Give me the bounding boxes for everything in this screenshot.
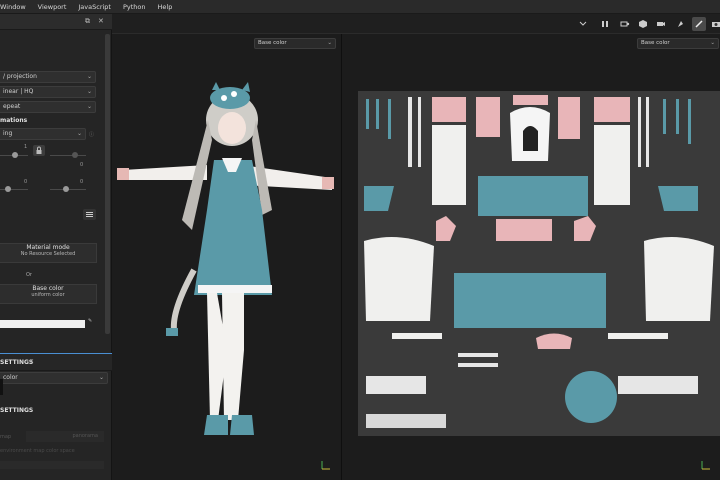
properties-panel: ⧉ ✕ / projection ⌄ inear | HQ ⌄ epeat ⌄ mat… <box>0 14 112 480</box>
slider-value-d: 0 <box>80 179 84 185</box>
panel-divider <box>0 379 3 395</box>
base-color-sub: uniform color <box>31 292 65 298</box>
eyedropper-icon[interactable]: ✎ <box>88 318 92 324</box>
menu-help[interactable]: Help <box>158 3 173 11</box>
menu-python[interactable]: Python <box>123 3 146 11</box>
mode-dropdown[interactable]: ing ⌄ <box>0 128 86 140</box>
camera-icon[interactable] <box>709 17 720 31</box>
slider-value-b: 0 <box>80 162 84 168</box>
capture-icon[interactable] <box>618 17 632 31</box>
settings-section-label: SETTINGS <box>0 407 34 414</box>
tiling-dropdown[interactable]: epeat ⌄ <box>0 101 96 113</box>
slider-knob-d[interactable] <box>63 186 69 192</box>
lock-button[interactable] <box>33 145 45 156</box>
slider-value-a: 1 <box>24 144 28 150</box>
undock-icon[interactable]: ⧉ <box>85 17 90 26</box>
base-color-title: Base color <box>32 285 64 292</box>
shortcuts-icon[interactable] <box>576 17 590 31</box>
material-mode-sub: No Resource Selected <box>20 251 76 257</box>
base-color-box[interactable]: Base color uniform color <box>0 284 97 304</box>
2d-channel-dropdown[interactable]: Base color ⌄ <box>637 38 719 49</box>
color-swatch[interactable] <box>0 320 85 328</box>
pause-icon[interactable] <box>598 17 612 31</box>
menu-javascript[interactable]: JavaScript <box>78 3 111 11</box>
faded-row2-label: environment map color space <box>0 448 75 454</box>
panel-header: ⧉ ✕ <box>0 14 112 30</box>
projection-dropdown[interactable]: / projection ⌄ <box>0 71 96 83</box>
info-icon[interactable]: ⓘ <box>89 131 94 138</box>
axis-gizmo-2d <box>700 459 712 473</box>
panel-scrollbar[interactable] <box>105 34 110 334</box>
settings-tab-bar: SETTINGS ✕ <box>0 353 112 371</box>
filtering-dropdown[interactable]: inear | HQ ⌄ <box>0 86 96 98</box>
close-icon[interactable]: ✕ <box>98 17 104 25</box>
animations-section-label: mations <box>0 117 28 124</box>
viewport-toolbar <box>112 14 720 34</box>
menu-viewport[interactable]: Viewport <box>38 3 67 11</box>
uv-texture-sheet <box>358 91 720 436</box>
slider-track-b[interactable] <box>50 155 86 156</box>
character-model <box>117 82 334 435</box>
list-icon <box>86 212 93 217</box>
menu-bar: Window Viewport JavaScript Python Help <box>0 0 720 14</box>
axis-gizmo-3d <box>320 459 332 473</box>
material-mode-box[interactable]: Material mode No Resource Selected <box>0 243 97 263</box>
faded-row-field: panorama <box>26 431 104 442</box>
slider-knob-c[interactable] <box>5 186 11 192</box>
slider-knob-a[interactable] <box>12 152 18 158</box>
slider-value-c: 0 <box>24 179 28 185</box>
lock-icon <box>36 146 42 154</box>
video-icon[interactable] <box>654 17 668 31</box>
settings-tab-close-icon[interactable]: ✕ <box>29 358 34 365</box>
settings-color-dropdown[interactable]: color ⌄ <box>0 372 108 384</box>
brush-icon[interactable] <box>692 17 706 31</box>
faded-row2-field <box>0 461 104 469</box>
or-label: Or <box>26 272 32 278</box>
list-options-button[interactable] <box>83 209 96 220</box>
cube-icon[interactable] <box>636 17 650 31</box>
slider-knob-b[interactable] <box>72 152 78 158</box>
faded-row-label: map <box>0 434 12 440</box>
menu-window[interactable]: Window <box>0 3 26 11</box>
paint-icon[interactable] <box>674 17 688 31</box>
material-mode-title: Material mode <box>26 244 70 251</box>
3d-channel-dropdown[interactable]: Base color ⌄ <box>254 38 336 49</box>
